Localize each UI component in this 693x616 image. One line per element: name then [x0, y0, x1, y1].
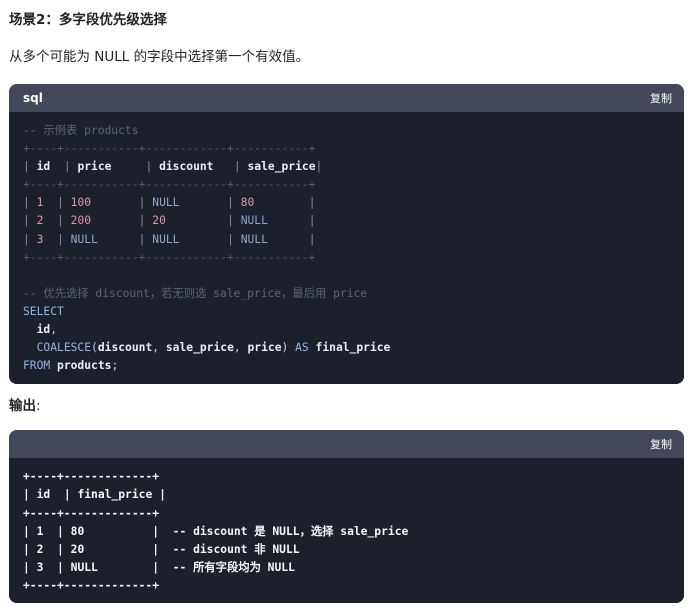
header-cell: final_price — [77, 488, 153, 502]
header-cell: discount — [159, 160, 214, 174]
argument: price — [247, 341, 282, 355]
table-row: | 2 | 200 | 20 | NULL | — [23, 214, 316, 228]
argument: discount — [97, 341, 153, 355]
coalesce-function: COALESCE — [36, 341, 92, 355]
header-cell: id — [36, 488, 51, 502]
output-label: 输出 — [9, 398, 36, 415]
header-cell: price — [77, 160, 112, 174]
cell: NULL — [152, 196, 180, 210]
column-id: id — [36, 323, 51, 337]
table-name: products — [57, 359, 112, 373]
cell: 200 — [70, 214, 92, 228]
code-body: -- 示例表 products +----+-----------+------… — [9, 112, 684, 385]
section-description: 从多个可能为 NULL 的字段中选择第一个有效值。 — [9, 49, 310, 65]
code-line: id, — [36, 323, 58, 337]
cell: NULL — [70, 560, 98, 574]
header-cell: sale_price — [247, 160, 316, 174]
from-keyword: FROM — [23, 359, 51, 373]
code-header: sql 复制 — [9, 84, 684, 112]
alias: final_price — [315, 341, 391, 355]
code-comment: -- 优先选择 discount，若无则选 sale_price，最后用 pri… — [23, 286, 368, 300]
table-border: +----+-----------+------------+---------… — [23, 250, 316, 264]
table-header-row: | id | price | discount | sale_price| — [23, 160, 323, 174]
cell: NULL — [240, 214, 268, 228]
output-label-row: 输出: — [9, 398, 41, 415]
code-line: COALESCE(discount, sale_price, price) AS… — [36, 341, 391, 355]
code-header: 复制 — [9, 430, 684, 459]
table-row: | 3 | NULL | -- 所有字段均为 NULL — [23, 560, 295, 574]
table-row: | 3 | NULL | NULL | NULL | — [23, 232, 316, 246]
cell: 20 — [70, 542, 85, 556]
sql-code-block: sql 复制 -- 示例表 products +----+-----------… — [9, 84, 684, 385]
table-border: +----+-----------+------------+---------… — [23, 142, 316, 156]
copy-button[interactable]: 复制 — [650, 90, 672, 106]
as-keyword: AS — [295, 341, 309, 355]
cell: NULL — [70, 232, 98, 246]
section-heading: 场景2：多字段优先级选择 — [9, 12, 167, 28]
copy-button[interactable]: 复制 — [650, 436, 672, 452]
table-border: +----+-------------+ — [23, 578, 160, 592]
code-comment: -- 示例表 products — [23, 124, 139, 137]
table-row: | 1 | 80 | -- discount 是 NULL，选择 sale_pr… — [23, 524, 409, 538]
row-note: -- 所有字段均为 NULL — [172, 560, 295, 574]
code-language-label: sql — [23, 91, 43, 105]
cell: 20 — [152, 214, 166, 228]
table-header-row: | id | final_price | — [23, 488, 166, 502]
row-note: -- discount 非 NULL — [172, 542, 300, 556]
table-row: | 2 | 20 | -- discount 非 NULL — [23, 542, 300, 556]
cell: NULL — [240, 232, 268, 246]
cell: 100 — [70, 196, 92, 210]
select-keyword: SELECT — [23, 304, 64, 318]
table-border: +----+-----------+------------+---------… — [23, 178, 316, 192]
cell: 80 — [70, 524, 85, 538]
argument: sale_price — [165, 341, 234, 355]
table-border: +----+-------------+ — [23, 506, 160, 520]
row-note: -- discount 是 NULL，选择 sale_price — [172, 524, 409, 538]
table-border: +----+-------------+ — [23, 470, 160, 484]
code-body: +----+-------------+ | id | final_price … — [9, 458, 684, 603]
cell: NULL — [152, 232, 180, 246]
cell: 80 — [240, 196, 255, 210]
output-code-block: 复制 +----+-------------+ | id | final_pri… — [9, 430, 684, 603]
table-row: | 1 | 100 | NULL | 80 | — [23, 196, 316, 210]
header-cell: id — [36, 160, 51, 174]
code-line: FROM products; — [23, 359, 119, 373]
